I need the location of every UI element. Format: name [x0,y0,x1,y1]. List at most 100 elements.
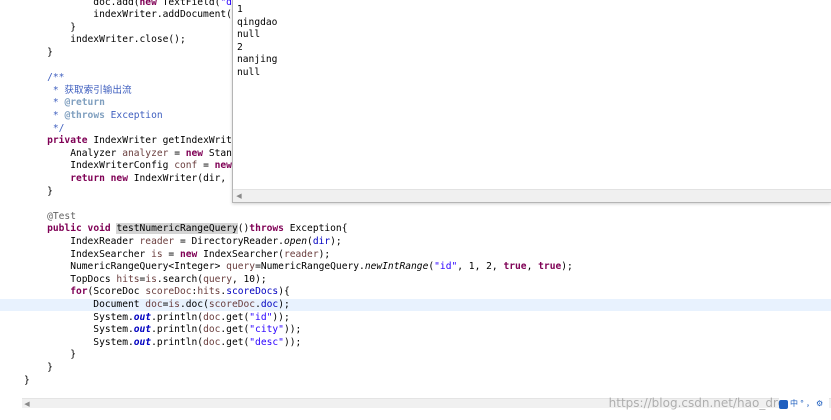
code-token: TopDocs [24,273,117,285]
code-token: System. [24,311,134,323]
code-token: )); [272,311,290,323]
code-token: @Test [24,210,76,222]
code-token: () [237,223,250,235]
code-token: reader [139,235,175,247]
scroll-left-arrow-icon[interactable]: ◀ [233,190,245,202]
code-token: query [226,261,256,273]
code-token: ); [330,235,342,247]
code-token: ); [278,298,290,310]
code-token: = DirectoryReader. [174,235,284,247]
code-token: open [283,235,308,247]
code-token: return [70,172,105,184]
code-token: NumericRangeQuery<Integer> [24,261,227,273]
code-token: out [133,311,152,323]
code-token: * [24,97,65,109]
code-token: scoreDoc [145,286,192,298]
code-token: analyzer [122,147,169,159]
code-line[interactable]: } [0,349,831,362]
code-token: } [24,185,53,197]
code-token: System. [24,336,134,348]
code-token: )); [283,336,302,348]
code-line[interactable]: NumericRangeQuery<Integer> query=Numeric… [0,261,831,274]
code-token: newIntRange [364,261,429,273]
code-token: new [214,160,232,172]
code-token: IndexWriter(dir, c [127,172,238,184]
ime-logo-icon[interactable] [779,399,788,409]
code-token: indexWriter.close(); [24,34,186,46]
ime-punctuation-icon[interactable]: ， [806,399,814,409]
code-line[interactable]: for(ScoreDoc scoreDoc:hits.scoreDocs){ [0,286,831,299]
console-horizontal-scrollbar[interactable]: ◀ [233,189,831,202]
code-token: "id" [249,311,273,323]
code-token: doc [145,298,163,310]
ime-settings-icon[interactable]: ⚙ [816,399,823,409]
code-token: ); [561,261,573,273]
code-token: new [110,172,128,184]
code-token: .get( [220,324,250,336]
code-token: IndexSearcher( [197,248,284,260]
code-token: IndexWriterConfig [24,160,175,172]
code-token: .println( [151,336,204,348]
code-token: doc [203,324,221,336]
code-line[interactable]: IndexReader reader = DirectoryReader.ope… [0,236,831,249]
code-token: } [24,374,30,386]
ime-toolbar[interactable]: 中 ° ， ⚙ [779,398,829,410]
code-token: scoreDoc [208,298,256,310]
code-token: query [203,273,232,285]
code-line[interactable]: System.out.println(doc.get("desc")); [0,337,831,350]
console-line: qingdao [237,16,278,28]
code-line[interactable]: IndexSearcher is = new IndexSearcher(rea… [0,249,831,262]
highlighted-method-name: testNumericRangeQuery [116,223,238,235]
code-line[interactable]: System.out.println(doc.get("id")); [0,312,831,325]
code-token: scoreDocs [226,286,279,298]
watermark-text: https://blog.csdn.net/hao_dre [608,396,785,410]
ime-width-mode-icon[interactable]: ° [800,399,804,409]
code-token: } [24,21,76,33]
code-token: = [197,160,215,172]
code-token: "city" [249,324,284,336]
code-line[interactable]: @Test [0,211,831,224]
code-token: IndexWriter getIndexWrite [87,135,238,147]
code-token: @return [64,97,105,109]
code-token: doc.add( [24,0,140,8]
code-token: IndexReader [24,235,140,247]
code-token: Exception [104,109,163,121]
code-token: new [185,147,204,159]
code-token: indexWriter.addDocument(c [24,9,238,21]
code-token: public [47,223,82,235]
console-line: 1 [237,4,243,15]
code-token: is [168,298,180,310]
code-token: * 获取索引输出流 [24,84,132,96]
console-view[interactable]: 1 qingdao null 2 nanjing null ◀ [232,0,831,203]
code-line[interactable]: public void testNumericRangeQuery()throw… [0,223,831,236]
code-token: dir [312,235,331,247]
code-token: hits [197,286,221,298]
code-line[interactable]: } [0,362,831,375]
code-token: ){ [278,286,290,298]
code-token: is [151,248,163,260]
code-token: TextField( [156,0,221,8]
code-line[interactable]: } [0,375,831,388]
code-token: "desc" [249,336,284,348]
code-token: System. [24,324,134,336]
code-token: } [24,349,76,361]
code-token: .println( [151,311,204,323]
console-line: nanjing [237,54,278,66]
code-token: , [526,261,539,273]
code-token: IndexSearcher [24,248,152,260]
code-line[interactable]: System.out.println(doc.get("city")); [0,324,831,337]
code-token: conf [174,160,198,172]
code-token: */ [24,122,65,134]
ime-language-indicator[interactable]: 中 [790,399,798,409]
code-token: Exception{ [283,223,348,235]
code-token: for [70,286,88,298]
code-line[interactable]: Document doc=is.doc(scoreDoc.doc); [0,298,831,312]
code-token: new [139,0,157,8]
code-token: doc [203,311,221,323]
code-token: new [179,248,198,260]
code-line[interactable]: TopDocs hits=is.search(query, 10); [0,274,831,287]
